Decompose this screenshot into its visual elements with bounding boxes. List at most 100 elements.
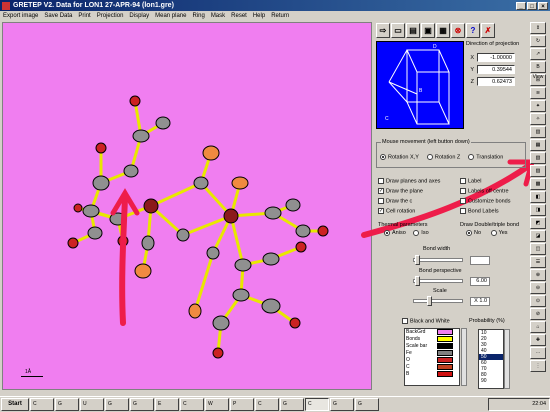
y-field[interactable]: 0.39544: [477, 65, 515, 74]
side-tool-button[interactable]: ⊖: [530, 282, 546, 294]
side-tool-button[interactable]: ⊕: [530, 269, 546, 281]
side-tool-button[interactable]: B View: [530, 61, 546, 80]
radio-translation[interactable]: Translation: [468, 154, 503, 160]
help-icon[interactable]: ?: [466, 23, 480, 38]
menu-help[interactable]: Help: [253, 13, 265, 19]
start-button[interactable]: Start: [1, 398, 29, 411]
side-tool-button[interactable]: ◪: [530, 230, 546, 242]
color-list-scrollbar[interactable]: [461, 328, 467, 386]
taskbar-button[interactable]: G: [105, 398, 129, 411]
color-row[interactable]: C: [405, 364, 459, 371]
side-tool-button[interactable]: ≋: [530, 87, 546, 99]
check-cell-rotation[interactable]: ✓ Cell rotation: [378, 208, 458, 218]
side-tool-button[interactable]: ◧: [530, 191, 546, 203]
color-row[interactable]: Fe: [405, 350, 459, 357]
taskbar-button[interactable]: E: [155, 398, 179, 411]
color-row[interactable]: B: [405, 371, 459, 378]
side-tool-button[interactable]: ✧: [530, 113, 546, 125]
taskbar-button[interactable]: G: [55, 398, 79, 411]
molecule-canvas[interactable]: 1Å: [2, 22, 372, 390]
menu-export-image[interactable]: Export image: [3, 13, 38, 19]
side-tool-button[interactable]: ☰: [530, 256, 546, 268]
radio-iso[interactable]: Iso: [413, 230, 429, 236]
menu-mask[interactable]: Mask: [211, 13, 225, 19]
color-list[interactable]: BackGrd Bonds Scale bar Fe O C B: [404, 328, 460, 386]
radio-rotation-z[interactable]: Rotation Z: [426, 154, 460, 160]
menu-reset[interactable]: Reset: [231, 13, 247, 19]
taskbar-button[interactable]: C: [255, 398, 279, 411]
side-tool-button[interactable]: ◩: [530, 217, 546, 229]
menu-projection[interactable]: Projection: [97, 13, 124, 19]
camera-icon[interactable]: ▭: [391, 23, 405, 38]
radio-rotation-xy[interactable]: Rotation X,Y: [380, 154, 419, 160]
side-tool-button[interactable]: ▨: [530, 165, 546, 177]
side-tool-button[interactable]: ◨: [530, 204, 546, 216]
close-button[interactable]: ×: [538, 1, 548, 10]
taskbar-button[interactable]: G: [355, 398, 379, 411]
taskbar-button[interactable]: P: [230, 398, 254, 411]
bond-perspective-thumb[interactable]: [415, 276, 420, 286]
z-field[interactable]: 0.62473: [477, 77, 515, 86]
projection-view[interactable]: D B C: [376, 41, 464, 129]
taskbar-button[interactable]: C: [180, 398, 204, 411]
x-field[interactable]: -1.00000: [477, 53, 515, 62]
taskbar-button[interactable]: W: [205, 398, 229, 411]
side-tool-button[interactable]: ⋯: [530, 347, 546, 359]
side-tool-button[interactable]: ↗: [530, 48, 546, 60]
open-icon[interactable]: ▦: [436, 23, 450, 38]
check-label[interactable]: Label: [460, 178, 526, 188]
color-row[interactable]: Scale bar: [405, 343, 459, 350]
scale-slider[interactable]: [413, 299, 463, 303]
menu-ring[interactable]: Ring: [192, 13, 204, 19]
side-tool-button[interactable]: ⊙: [530, 295, 546, 307]
check-labels-off-centre[interactable]: Labels off centre: [460, 188, 526, 198]
bond-width-thumb[interactable]: [415, 255, 420, 265]
side-tool-button[interactable]: ▩: [530, 178, 546, 190]
menu-display[interactable]: Display: [129, 13, 149, 19]
scale-thumb[interactable]: [427, 296, 432, 306]
color-row[interactable]: Bonds: [405, 336, 459, 343]
taskbar-button[interactable]: C: [30, 398, 54, 411]
side-tool-button[interactable]: ▧: [530, 152, 546, 164]
taskbar-button[interactable]: G: [130, 398, 154, 411]
menu-save-data[interactable]: Save Data: [44, 13, 72, 19]
taskbar-button[interactable]: U: [80, 398, 104, 411]
side-tool-button[interactable]: ↻: [530, 35, 546, 47]
probability-list[interactable]: 10 20 30 40 50 60 70 80 90: [478, 329, 504, 389]
taskbar-button[interactable]: G: [280, 398, 304, 411]
close-icon[interactable]: ✗: [481, 23, 495, 38]
print-icon[interactable]: ▤: [406, 23, 420, 38]
menu-print[interactable]: Print: [78, 13, 90, 19]
side-tool-button[interactable]: ⌂: [530, 321, 546, 333]
side-tool-button[interactable]: ▥: [530, 126, 546, 138]
taskbar-button[interactable]: G: [330, 398, 354, 411]
check-bond-labels[interactable]: Bond Labels: [460, 208, 526, 218]
bond-width-slider[interactable]: [413, 258, 463, 262]
color-row[interactable]: O: [405, 357, 459, 364]
minimize-button[interactable]: _: [516, 1, 526, 10]
radio-no[interactable]: No: [466, 230, 481, 236]
maximize-button[interactable]: □: [527, 1, 537, 10]
radio-yes[interactable]: Yes: [490, 230, 508, 236]
check-draw-planes-axes[interactable]: Draw planes and axes: [378, 178, 458, 188]
color-row[interactable]: BackGrd: [405, 329, 459, 336]
check-draw-the-plane[interactable]: ✓ Draw the plane: [378, 188, 458, 198]
side-tool-button[interactable]: ✚: [530, 334, 546, 346]
check-draw-the-c[interactable]: Draw the c: [378, 198, 458, 208]
check-customize-bonds[interactable]: Customize bonds: [460, 198, 526, 208]
stop-icon[interactable]: ⊗: [451, 23, 465, 38]
side-tool-button[interactable]: ⇕: [530, 22, 546, 34]
side-tool-button[interactable]: ✦: [530, 100, 546, 112]
bond-perspective-slider[interactable]: [413, 279, 463, 283]
side-tool-button[interactable]: ◫: [530, 243, 546, 255]
side-tool-button[interactable]: ⊘: [530, 308, 546, 320]
probability-item[interactable]: 90: [479, 378, 503, 384]
menu-return[interactable]: Return: [271, 13, 289, 19]
radio-aniso[interactable]: Aniso: [384, 230, 406, 236]
check-black-white[interactable]: Black and White: [402, 318, 450, 324]
probability-scrollbar[interactable]: [504, 329, 510, 389]
side-tool-button[interactable]: ▦: [530, 139, 546, 151]
taskbar-button-active[interactable]: C: [305, 398, 329, 411]
arrow-icon[interactable]: ⇨: [376, 23, 390, 38]
menu-mean-plane[interactable]: Mean plane: [155, 13, 186, 19]
